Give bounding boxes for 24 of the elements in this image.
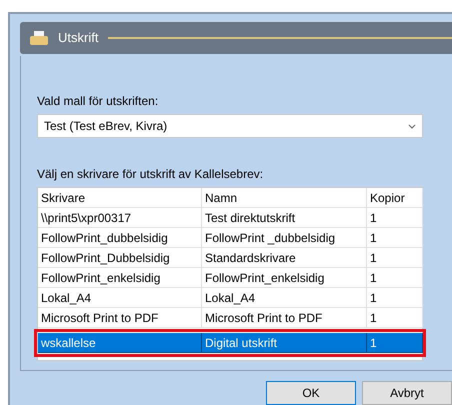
printer-row[interactable]: FollowPrint_enkelsidig FollowPrint_enkelsidig 1 [38, 268, 422, 288]
table-cell: 1 [367, 308, 423, 328]
printer-row[interactable]: wskallelse Digital utskrift 1 [38, 333, 422, 353]
table-cell: Digital utskrift [202, 333, 367, 353]
dialog-button[interactable]: Avbryt [362, 381, 452, 405]
printer-row[interactable]: Lokal_A4 Lokal_A4 1 [38, 288, 422, 308]
dialog-title: Utskrift [58, 29, 98, 48]
column-header[interactable]: Namn [202, 188, 367, 208]
template-dropdown[interactable]: Test (Test eBrev, Kivra) [37, 114, 423, 138]
chevron-down-icon [408, 124, 416, 128]
template-label: Vald mall för utskriften: [37, 93, 160, 110]
printer-row[interactable]: FollowPrint_Dubbelsidig Standardskrivare 1 [38, 248, 422, 268]
printer-row[interactable]: \\print5\xpr00317 Test direktutskrift 1 [38, 208, 422, 228]
column-header[interactable]: Skrivare [38, 188, 202, 208]
table-cell: wskallelse [38, 333, 202, 353]
printer-row[interactable]: Microsoft Print to PDF Microsoft Print to PDF 1 [38, 308, 422, 328]
table-cell: Microsoft Print to PDF [38, 308, 202, 328]
printer-label: Välj en skrivare för utskrift av Kallelsebrev: [37, 166, 264, 183]
table-cell: Microsoft Print to PDF [202, 308, 367, 328]
table-cell: 1 [367, 333, 423, 353]
printer-icon [30, 31, 48, 45]
dialog-button[interactable]: OK [266, 381, 356, 405]
printer-row[interactable]: FollowPrint_dubbelsidig FollowPrint _dubbelsidig 1 [38, 228, 422, 248]
column-header[interactable]: Kopior [367, 188, 423, 208]
